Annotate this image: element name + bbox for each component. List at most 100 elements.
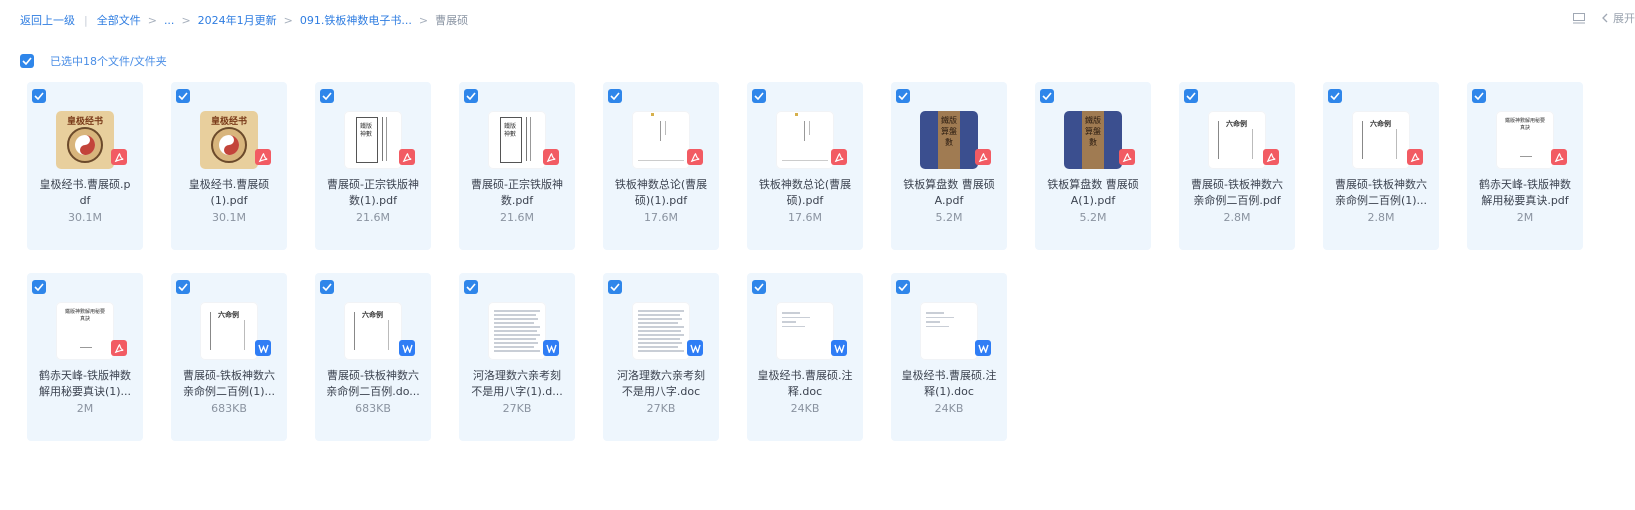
file-checkbox[interactable] xyxy=(320,280,334,294)
file-name: 鹤赤天峰-铁版神数 解用秘要真诀(1)... xyxy=(33,368,137,400)
selection-row: 已选中18个文件/文件夹 xyxy=(20,53,167,69)
top-bar: 返回上一级 | 全部文件 > ... > 2024年1月更新 > 091.铁板神… xyxy=(0,0,1635,40)
file-thumbnail: 鐵版神數 xyxy=(344,111,402,169)
file-checkbox[interactable] xyxy=(464,89,478,103)
file-tile[interactable]: 铁板神数总论(曹展 硕).pdf 17.6M xyxy=(747,82,863,250)
file-name-line2: 不是用八字(1).d... xyxy=(471,385,563,398)
file-checkbox[interactable] xyxy=(896,280,910,294)
selection-count: 已选中18个文件/文件夹 xyxy=(50,55,167,68)
file-checkbox[interactable] xyxy=(752,89,766,103)
file-tile[interactable]: 六命例 曹展硕-铁板神数六 亲命例二百例(1)... 2.8M xyxy=(1323,82,1439,250)
file-size: 2M xyxy=(1516,211,1534,224)
file-size: 24KB xyxy=(790,402,820,415)
file-name-line1: 鹤赤天峰-铁版神数 xyxy=(39,369,131,382)
file-name-line2: 释(1).doc xyxy=(924,385,974,398)
breadcrumb-folder-091[interactable]: 091.铁板神数电子书... xyxy=(300,12,412,28)
file-tile[interactable]: 皇极经书 皇极经书.曹展硕.p df 30.1M xyxy=(27,82,143,250)
file-checkbox[interactable] xyxy=(32,280,46,294)
file-size: 21.6M xyxy=(500,211,534,224)
file-name-line2: 亲命例二百例(1)... xyxy=(1334,194,1428,207)
pdf-icon xyxy=(111,340,127,356)
file-checkbox[interactable] xyxy=(32,89,46,103)
file-tile[interactable]: 皇极经书 皇极经书.曹展硕 (1).pdf 30.1M xyxy=(171,82,287,250)
chevron-right-icon: > xyxy=(418,13,429,27)
file-name-line2: A(1).pdf xyxy=(1070,194,1116,207)
file-name: 皇极经书.曹展硕.p df xyxy=(33,177,137,209)
file-name-line1: 铁板神数总论(曹展 xyxy=(614,178,708,191)
pdf-icon xyxy=(975,149,991,165)
file-name-line1: 曹展硕-正宗铁版神 xyxy=(327,178,419,191)
file-tile[interactable]: 皇极经书.曹展硕.注 释(1).doc 24KB xyxy=(891,273,1007,441)
file-checkbox[interactable] xyxy=(752,280,766,294)
file-checkbox[interactable] xyxy=(1040,89,1054,103)
file-thumbnail: 六命例 xyxy=(1352,111,1410,169)
layout-icon[interactable] xyxy=(1571,10,1587,26)
file-name-line2: A.pdf xyxy=(934,194,964,207)
file-thumbnail xyxy=(488,302,546,360)
file-tile[interactable]: 鐵版神數解用秘要 真訣 鹤赤天峰-铁版神数 解用秘要真诀(1)... 2M xyxy=(27,273,143,441)
file-size: 30.1M xyxy=(212,211,246,224)
file-tile[interactable]: 鐵版算盤數 铁板算盘数 曹展硕 A.pdf 5.2M xyxy=(891,82,1007,250)
file-grid: 皇极经书 皇极经书.曹展硕.p df 30.1M 皇极经书 皇极经书.曹展硕 (… xyxy=(27,82,1583,441)
file-size: 5.2M xyxy=(935,211,963,224)
word-doc-icon xyxy=(975,340,991,356)
file-tile[interactable]: 鐵版神數解用秘要 真訣 鹤赤天峰-铁版神数 解用秘要真诀.pdf 2M xyxy=(1467,82,1583,250)
file-size: 683KB xyxy=(355,402,391,415)
file-checkbox[interactable] xyxy=(320,89,334,103)
file-tile[interactable]: 皇极经书.曹展硕.注 释.doc 24KB xyxy=(747,273,863,441)
file-tile[interactable]: 河洛理数六亲考刻 不是用八字.doc 27KB xyxy=(603,273,719,441)
file-checkbox[interactable] xyxy=(176,280,190,294)
file-thumbnail xyxy=(776,111,834,169)
file-name-line2: 数(1).pdf xyxy=(349,194,397,207)
file-checkbox[interactable] xyxy=(1472,89,1486,103)
file-tile[interactable]: 鐵版算盤數 铁板算盘数 曹展硕 A(1).pdf 5.2M xyxy=(1035,82,1151,250)
file-thumbnail: 鐵版神數解用秘要 真訣 xyxy=(1496,111,1554,169)
file-tile[interactable]: 六命例 曹展硕-铁板神数六 亲命例二百例.pdf 2.8M xyxy=(1179,82,1295,250)
select-all-checkbox[interactable] xyxy=(20,54,34,68)
file-tile[interactable]: 鐵版神數 曹展硕-正宗铁版神 数(1).pdf 21.6M xyxy=(315,82,431,250)
file-name-line1: 曹展硕-铁板神数六 xyxy=(1191,178,1283,191)
file-tile[interactable]: 六命例 曹展硕-铁板神数六 亲命例二百例(1)... 683KB xyxy=(171,273,287,441)
back-link[interactable]: 返回上一级 xyxy=(20,12,75,28)
file-checkbox[interactable] xyxy=(176,89,190,103)
file-thumbnail xyxy=(632,302,690,360)
file-thumbnail: 六命例 xyxy=(344,302,402,360)
breadcrumb-ellipsis[interactable]: ... xyxy=(164,14,175,27)
file-checkbox[interactable] xyxy=(464,280,478,294)
file-name: 皇极经书.曹展硕.注 释(1).doc xyxy=(897,368,1001,400)
file-name: 曹展硕-正宗铁版神 数.pdf xyxy=(465,177,569,209)
pdf-icon xyxy=(687,149,703,165)
file-tile[interactable]: 鐵版神數 曹展硕-正宗铁版神 数.pdf 21.6M xyxy=(459,82,575,250)
file-name-line1: 铁板神数总论(曹展 xyxy=(758,178,852,191)
file-size: 21.6M xyxy=(356,211,390,224)
file-checkbox[interactable] xyxy=(608,89,622,103)
file-checkbox[interactable] xyxy=(1184,89,1198,103)
file-size: 27KB xyxy=(646,402,676,415)
breadcrumb-all-files[interactable]: 全部文件 xyxy=(97,12,141,28)
file-name-line2: 硕)(1).pdf xyxy=(634,194,688,207)
breadcrumb-folder-2024-01[interactable]: 2024年1月更新 xyxy=(198,12,277,28)
file-tile[interactable]: 河洛理数六亲考刻 不是用八字(1).d... 27KB xyxy=(459,273,575,441)
file-checkbox[interactable] xyxy=(896,89,910,103)
file-thumbnail: 鐵版神數 xyxy=(488,111,546,169)
pdf-icon xyxy=(543,149,559,165)
file-tile[interactable]: 六命例 曹展硕-铁板神数六 亲命例二百例.do... 683KB xyxy=(315,273,431,441)
pdf-icon xyxy=(831,149,847,165)
file-name-line2: df xyxy=(79,194,91,207)
file-checkbox[interactable] xyxy=(1328,89,1342,103)
file-name: 曹展硕-铁板神数六 亲命例二百例.do... xyxy=(321,368,425,400)
expand-button[interactable]: 展开 xyxy=(1597,10,1635,26)
file-name-line1: 鹤赤天峰-铁版神数 xyxy=(1479,178,1571,191)
file-size: 2.8M xyxy=(1367,211,1395,224)
file-name-line2: 亲命例二百例(1)... xyxy=(182,385,276,398)
file-checkbox[interactable] xyxy=(608,280,622,294)
file-name-line1: 曹展硕-铁板神数六 xyxy=(183,369,275,382)
file-name-line1: 曹展硕-铁板神数六 xyxy=(1335,178,1427,191)
expand-label: 展开 xyxy=(1613,12,1635,25)
pdf-icon xyxy=(255,149,271,165)
file-tile[interactable]: 铁板神数总论(曹展 硕)(1).pdf 17.6M xyxy=(603,82,719,250)
file-size: 17.6M xyxy=(788,211,822,224)
file-name: 曹展硕-铁板神数六 亲命例二百例(1)... xyxy=(177,368,281,400)
file-name-line2: 亲命例二百例.do... xyxy=(326,385,420,398)
pdf-icon xyxy=(1119,149,1135,165)
